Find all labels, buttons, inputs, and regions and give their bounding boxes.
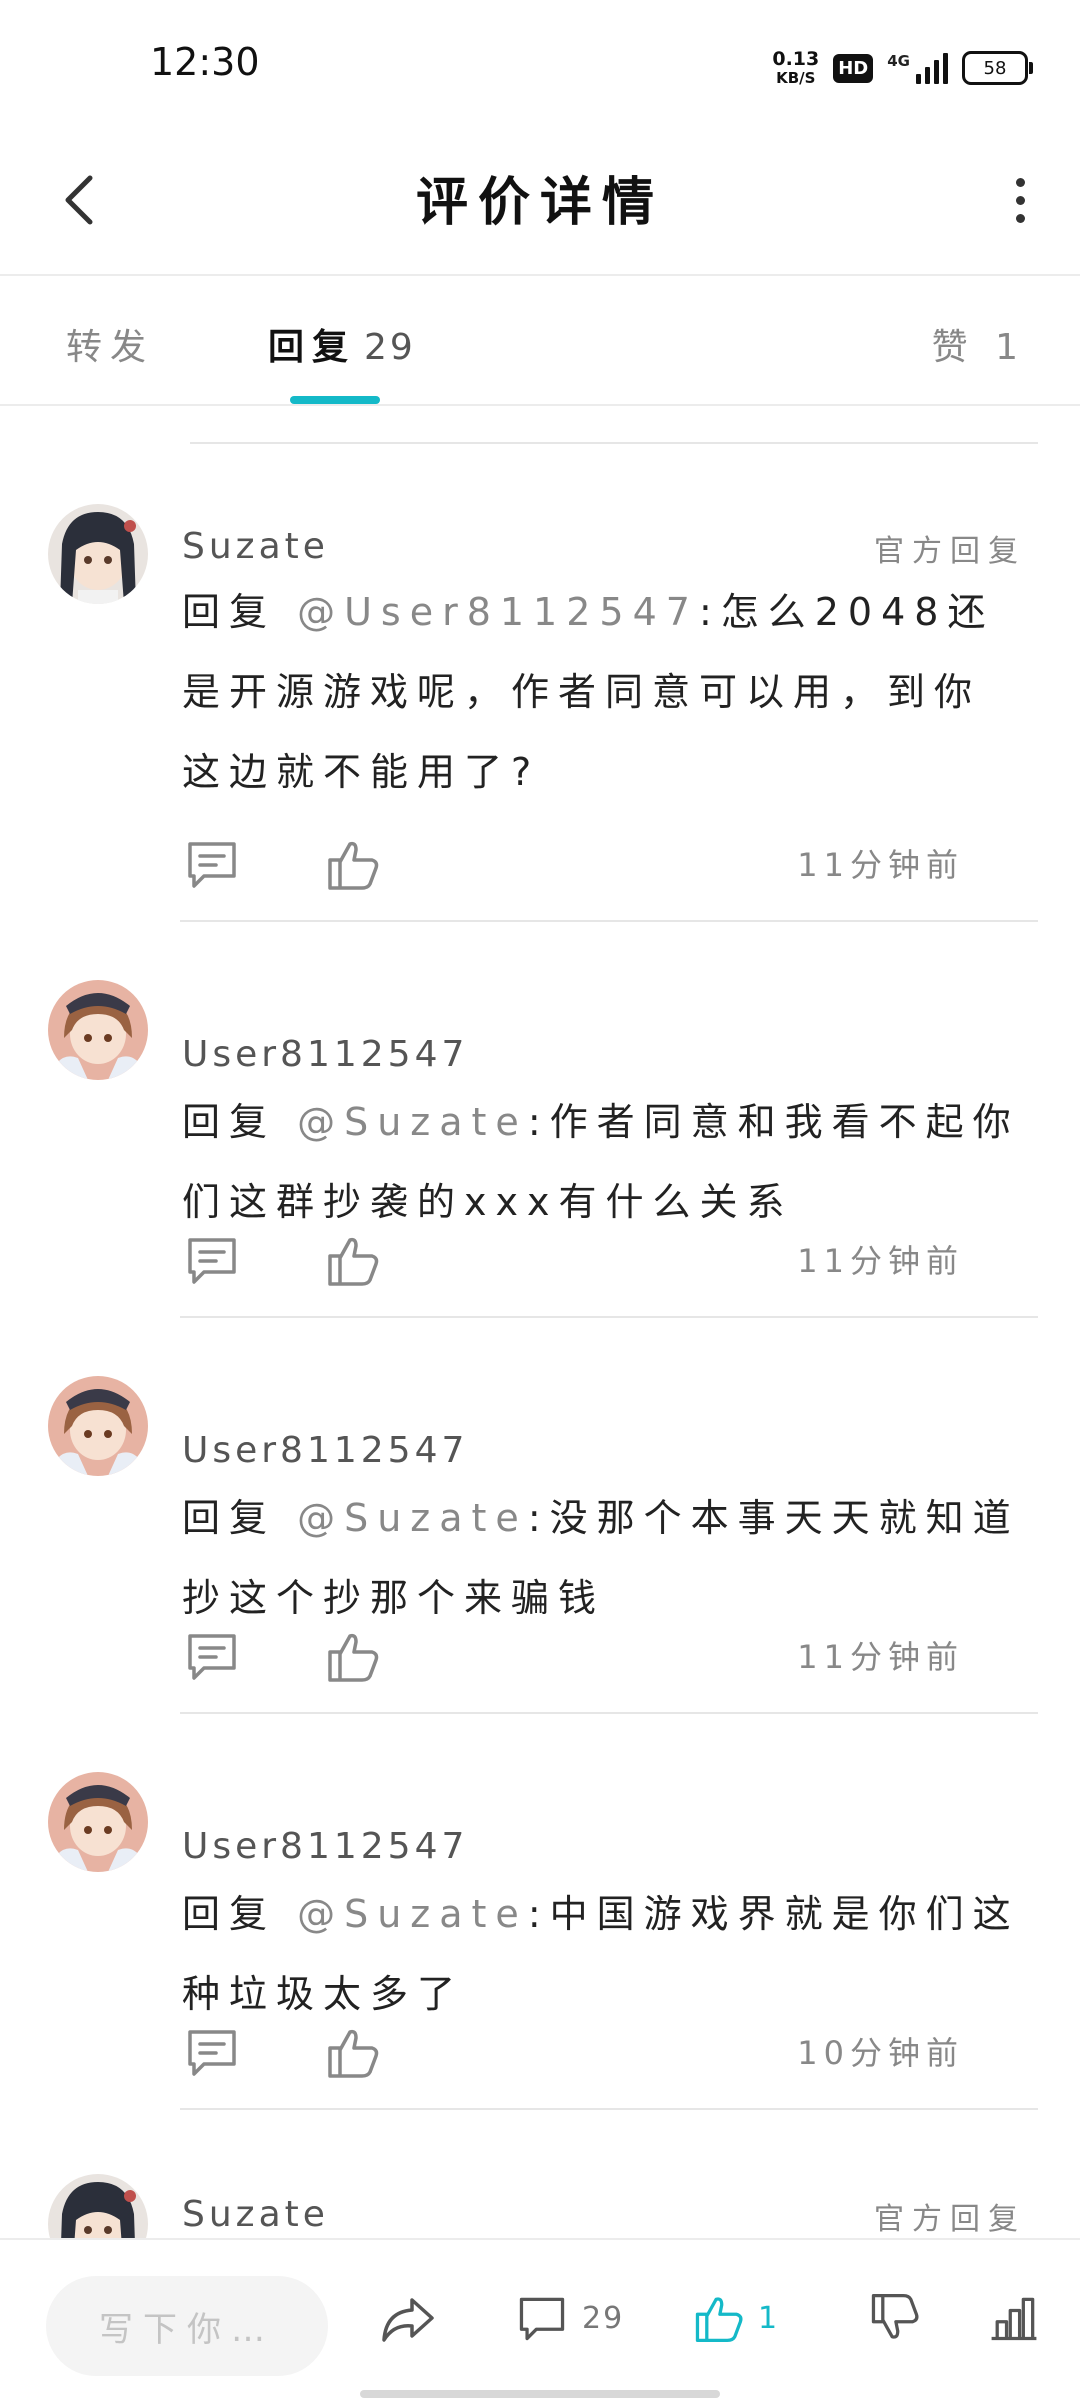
- thumbs-up-icon: [695, 2297, 743, 2343]
- comment-icon[interactable]: [182, 1230, 242, 1290]
- divider: [190, 442, 1038, 444]
- reply-prefix: 回复: [182, 1496, 298, 1540]
- tab-bar: 转发 回复 29 赞 1: [0, 276, 1080, 406]
- comment-text: 回复 @Suzate:中国游戏界就是你们这种垃圾太多了: [182, 1874, 1022, 2034]
- mention-link[interactable]: @Suzate: [297, 1496, 528, 1540]
- comment-actions: 11分钟前: [182, 1230, 1024, 1290]
- avatar-image: [48, 1772, 148, 1872]
- official-reply-badge: 官方回复: [874, 2202, 1026, 2237]
- status-time: 12:30: [150, 40, 260, 84]
- tab-reply-count: 29: [364, 327, 416, 368]
- avatar-image: [48, 504, 148, 604]
- comment-actions: 11分钟前: [182, 1626, 1024, 1686]
- comment-time: 11分钟前: [797, 1638, 964, 1676]
- thumbs-up-icon[interactable]: [322, 1626, 382, 1686]
- divider: [180, 1316, 1038, 1318]
- avatar[interactable]: [48, 2174, 148, 2238]
- comment-input[interactable]: 写下你…: [46, 2276, 328, 2376]
- page-title: 评价详情: [415, 173, 664, 233]
- app-header: 评价详情: [0, 130, 1080, 276]
- comment-author[interactable]: Suzate: [182, 526, 329, 567]
- comment-icon[interactable]: [182, 834, 242, 894]
- divider: [180, 1712, 1038, 1714]
- tab-forward[interactable]: 转发: [66, 318, 154, 370]
- official-reply-badge: 官方回复: [874, 534, 1026, 569]
- comment-bubble-icon: [519, 2297, 565, 2341]
- more-vertical-icon: [1015, 177, 1025, 187]
- comment-icon[interactable]: [182, 2022, 242, 2082]
- comment-time: 11分钟前: [797, 1242, 964, 1280]
- reply-prefix: 回复: [182, 1892, 298, 1936]
- thumbs-down-icon: [871, 2293, 919, 2339]
- mention-link[interactable]: @User8112547: [297, 590, 699, 634]
- thumbs-up-icon[interactable]: [322, 2022, 382, 2082]
- share-button[interactable]: [378, 2288, 438, 2348]
- bottom-action-bar: 写下你… 29 1: [0, 2238, 1080, 2402]
- bar-chart-icon: [991, 2297, 1037, 2341]
- comment-text: 回复 @Suzate:作者同意和我看不起你们这群抄袭的xxx有什么关系: [182, 1082, 1022, 1242]
- share-icon: [382, 2298, 434, 2342]
- avatar[interactable]: [48, 504, 148, 604]
- comment-author[interactable]: User8112547: [182, 1034, 468, 1075]
- mention-link[interactable]: @Suzate: [297, 1100, 528, 1144]
- hd-badge-icon: HD: [833, 53, 874, 83]
- network-speed-unit: KB/S: [776, 69, 816, 87]
- tab-reply-label: 回复: [268, 327, 357, 368]
- reply-list[interactable]: Suzate 官方回复 回复 @User8112547:怎么2048还是开源游戏…: [0, 404, 1080, 2238]
- stats-button[interactable]: [986, 2288, 1042, 2348]
- avatar[interactable]: [48, 980, 148, 1080]
- likes-count: 1: [758, 2300, 780, 2336]
- like-button[interactable]: 1: [690, 2288, 779, 2348]
- comment-text: 回复 @Suzate:没那个本事天天就知道抄这个抄那个来骗钱: [182, 1478, 1022, 1638]
- home-indicator[interactable]: [360, 2390, 720, 2398]
- cell-signal-icon: 4G: [887, 52, 948, 84]
- thumbs-up-icon[interactable]: [322, 834, 382, 894]
- comment-icon[interactable]: [182, 1626, 242, 1686]
- tab-reply[interactable]: 回复 29: [268, 318, 416, 370]
- comments-count: 29: [582, 2300, 625, 2336]
- active-tab-indicator: [290, 396, 380, 404]
- network-speed-value: 0.13: [772, 48, 820, 70]
- avatar-image: [48, 1376, 148, 1476]
- mention-link[interactable]: @Suzate: [297, 1892, 528, 1936]
- comment-text: 回复 @User8112547:怎么2048还是开源游戏呢，作者同意可以用，到你…: [182, 572, 1022, 812]
- comment-author[interactable]: User8112547: [182, 1430, 468, 1471]
- avatar[interactable]: [48, 1376, 148, 1476]
- avatar[interactable]: [48, 1772, 148, 1872]
- comment-time: 10分钟前: [797, 2034, 964, 2072]
- avatar-image: [48, 2174, 148, 2238]
- reply-prefix: 回复: [182, 1100, 298, 1144]
- comments-button[interactable]: 29: [514, 2288, 624, 2348]
- divider: [180, 2108, 1038, 2110]
- network-speed: 0.13 KB/S: [772, 50, 819, 86]
- signal-type: 4G: [887, 52, 910, 70]
- dislike-button[interactable]: [866, 2288, 922, 2348]
- comment-author[interactable]: User8112547: [182, 1826, 468, 1867]
- status-icons: 0.13 KB/S HD 4G 58: [772, 46, 1033, 90]
- status-bar: 12:30 0.13 KB/S HD 4G 58: [0, 0, 1080, 130]
- comment-actions: 11分钟前: [182, 834, 1024, 894]
- tab-likes[interactable]: 赞 1: [932, 318, 1026, 370]
- reply-prefix: 回复: [182, 590, 298, 634]
- comment-time: 11分钟前: [797, 846, 964, 884]
- battery-icon: 58: [962, 51, 1033, 85]
- more-button[interactable]: [990, 160, 1050, 240]
- thumbs-up-icon[interactable]: [322, 1230, 382, 1290]
- comment-actions: 10分钟前: [182, 2022, 1024, 2082]
- avatar-image: [48, 980, 148, 1080]
- comment-author[interactable]: Suzate: [182, 2194, 329, 2235]
- divider: [180, 920, 1038, 922]
- battery-level: 58: [983, 57, 1007, 79]
